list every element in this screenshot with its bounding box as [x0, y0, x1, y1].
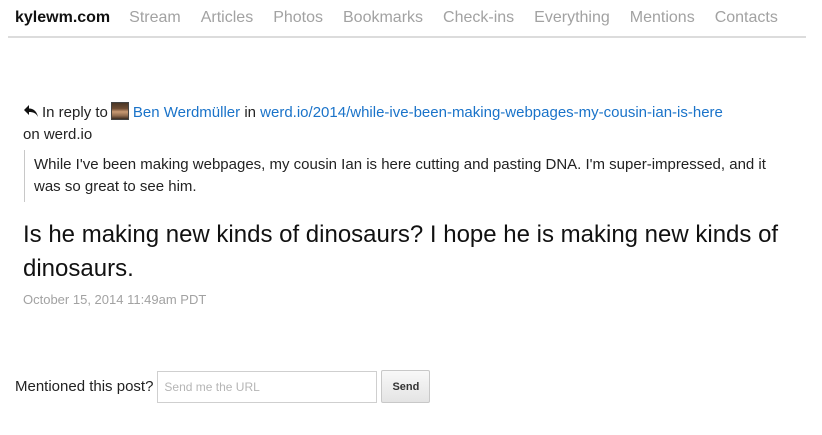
reply-author-link[interactable]: Ben Werdmüller — [133, 104, 240, 121]
reply-url-link[interactable]: werd.io/2014/while-ive-been-making-webpa… — [260, 104, 723, 121]
post-content: In reply to Ben Werdmüller in werd.io/201… — [23, 102, 803, 307]
reply-in-word: in — [244, 104, 256, 121]
site-brand-link[interactable]: kylewm.com — [15, 9, 110, 27]
webmention-form: Mentioned this post? Send — [15, 370, 431, 403]
nav-link-stream[interactable]: Stream — [129, 9, 181, 27]
post-timestamp[interactable]: October 15, 2014 11:49am PDT — [23, 292, 803, 307]
mention-label: Mentioned this post? — [15, 378, 154, 395]
reply-context: In reply to Ben Werdmüller in werd.io/201… — [23, 102, 803, 146]
author-avatar — [110, 102, 129, 120]
quoted-post: While I've been making webpages, my cous… — [24, 150, 784, 202]
reply-site: on werd.io — [23, 126, 93, 143]
post-body: Is he making new kinds of dinosaurs? I h… — [23, 221, 779, 282]
top-navigation: kylewm.com Stream Articles Photos Bookma… — [8, 0, 806, 38]
nav-link-mentions[interactable]: Mentions — [630, 9, 695, 27]
send-button[interactable]: Send — [381, 370, 431, 403]
nav-link-contacts[interactable]: Contacts — [715, 9, 778, 27]
nav-link-check-ins[interactable]: Check-ins — [443, 9, 514, 27]
reply-arrow-icon — [24, 105, 38, 117]
nav-link-bookmarks[interactable]: Bookmarks — [343, 9, 423, 27]
nav-link-photos[interactable]: Photos — [273, 9, 323, 27]
nav-link-articles[interactable]: Articles — [201, 9, 253, 27]
reply-prefix: In reply to — [42, 104, 108, 121]
mention-url-input[interactable] — [157, 370, 378, 403]
nav-link-everything[interactable]: Everything — [534, 9, 610, 27]
